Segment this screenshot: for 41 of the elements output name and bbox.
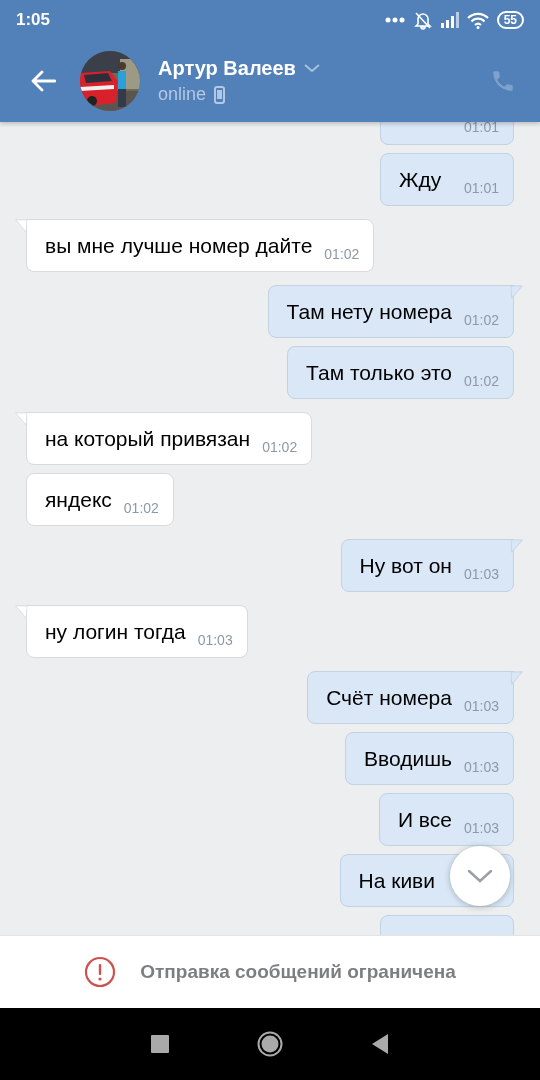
message-text: Там только это [306,360,452,385]
message-time: 01:03 [197,632,233,648]
message-text: На киви [358,868,435,893]
online-status: online [158,84,207,105]
message-time: 01:03 [463,698,499,714]
message-text: Там нету номера [286,299,452,324]
message-time: 01:02 [324,246,360,262]
message-time: 01:02 [463,373,499,389]
message-text: Жду [399,167,442,192]
phone-call-icon[interactable] [490,68,516,94]
message-time: 01:02 [463,312,499,328]
message-text: на который привязан [45,426,251,451]
battery-indicator: 55 [496,11,524,29]
message-text: Вводишь [364,746,452,771]
message-time: 01:01 [463,122,499,135]
message-text: Счёт номера [326,685,452,710]
message-text: ну логин тогда [45,619,186,644]
back-icon[interactable] [371,1033,389,1055]
message-time: 01:02 [262,439,298,455]
signal-icon [440,12,459,28]
chevron-down-icon [467,869,493,883]
phone-device-icon [214,85,226,104]
back-arrow-icon[interactable] [30,70,56,92]
home-icon[interactable] [257,1031,283,1057]
warning-icon [84,956,117,988]
restriction-notice: Отправка сообщений ограничена [140,961,456,983]
wifi-icon [466,11,489,29]
message-time: 01:01 [463,180,499,196]
chevron-down-icon[interactable] [303,64,320,73]
message-text: И все [397,807,452,832]
message-time: 01:02 [123,500,159,516]
contact-name[interactable]: Артур Валеев [158,57,296,80]
muted-bell-icon [412,10,433,30]
clock: 1:05 [16,10,51,30]
message-text: яндекс [45,487,112,512]
message-text: Ну вот он [359,553,452,578]
message-time: 01:03 [463,820,499,836]
message-time: 01:03 [463,566,499,582]
more-icon [384,17,405,23]
message-text: вы мне лучше номер дайте [45,233,313,258]
message-time: 01:03 [463,759,499,775]
